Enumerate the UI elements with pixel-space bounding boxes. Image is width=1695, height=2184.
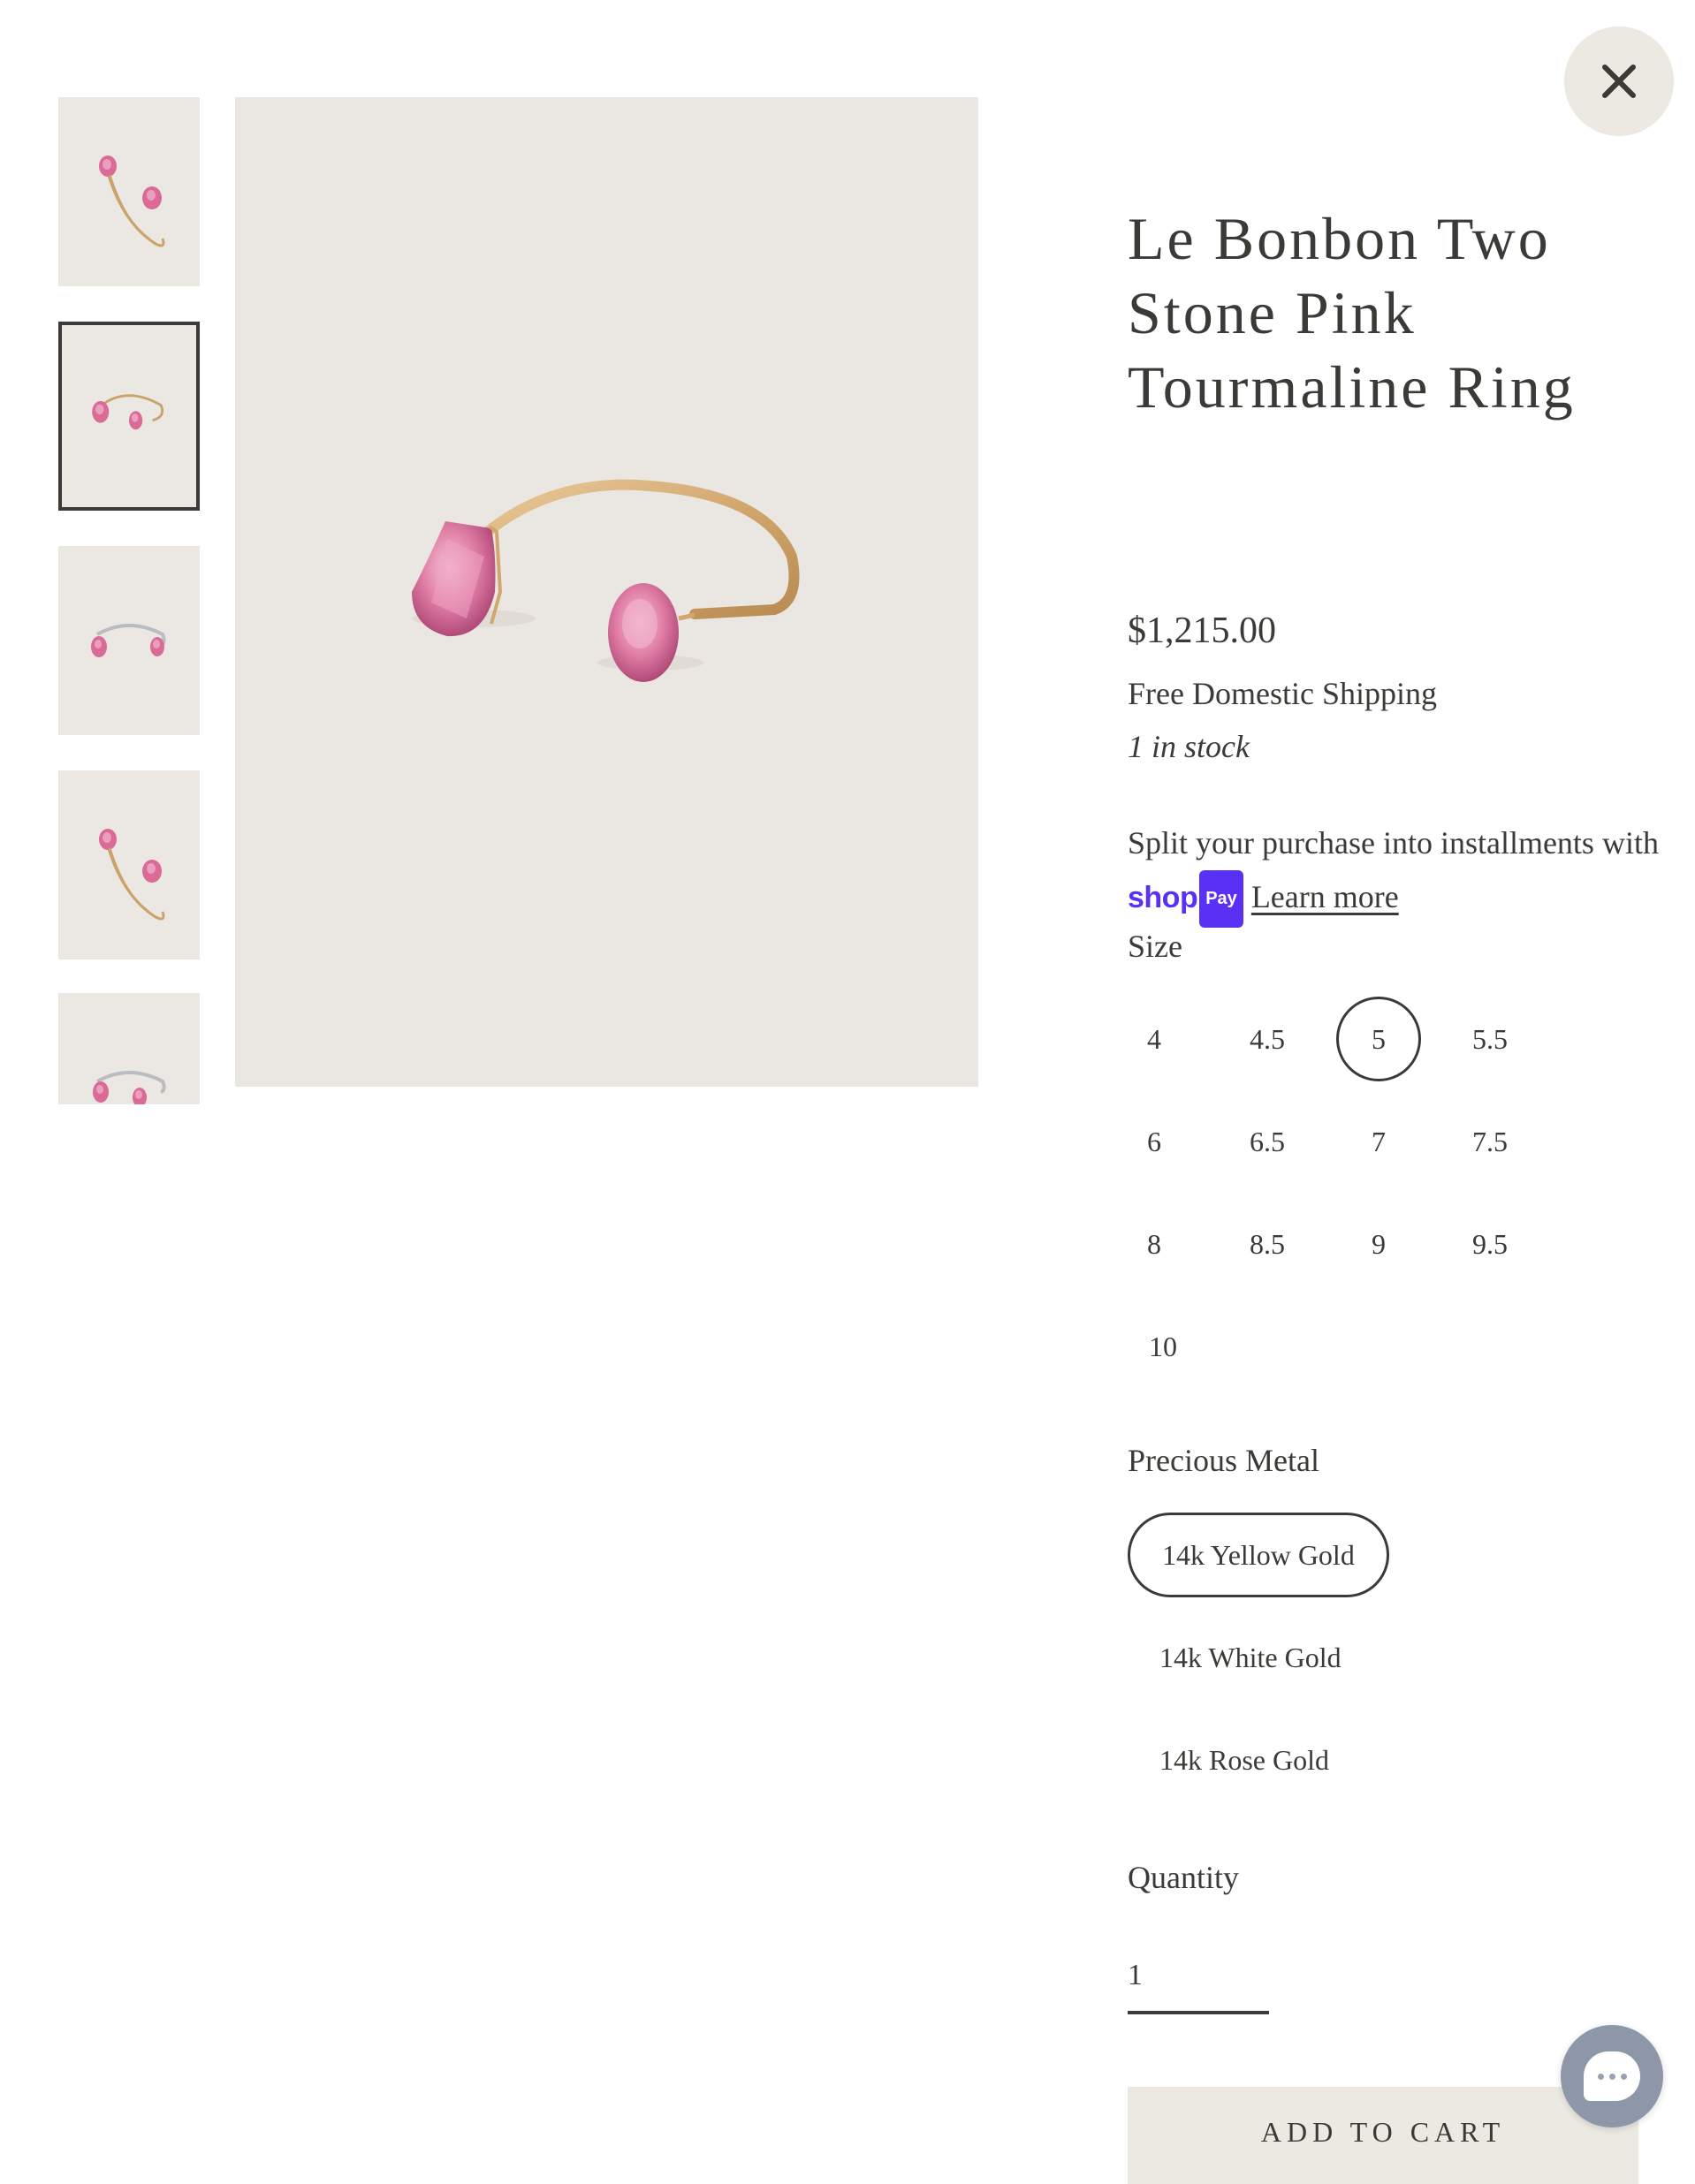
size-option-6-5[interactable]: 6.5 bbox=[1225, 1099, 1310, 1184]
thumbnail-4[interactable] bbox=[58, 770, 200, 959]
size-option-8-5[interactable]: 8.5 bbox=[1225, 1202, 1310, 1286]
ring-photo bbox=[412, 479, 800, 682]
ring-image bbox=[99, 829, 165, 921]
main-product-image[interactable] bbox=[235, 97, 978, 1087]
size-option-6[interactable]: 6 bbox=[1112, 1099, 1197, 1184]
metal-label: Precious Metal bbox=[1128, 1443, 1319, 1478]
size-option-5[interactable]: 5 bbox=[1336, 997, 1421, 1081]
size-option-8[interactable]: 8 bbox=[1112, 1202, 1197, 1286]
shipping-note: Free Domestic Shipping bbox=[1128, 676, 1437, 711]
add-to-cart-button[interactable]: ADD TO CART bbox=[1128, 2087, 1638, 2184]
product-title: Le Bonbon Two Stone Pink Tourmaline Ring bbox=[1128, 205, 1576, 421]
ring-image bbox=[92, 394, 164, 430]
thumbnail-list[interactable] bbox=[58, 97, 200, 1104]
size-option-4-5[interactable]: 4.5 bbox=[1225, 997, 1310, 1081]
ring-image bbox=[99, 155, 165, 247]
size-option-4[interactable]: 4 bbox=[1112, 997, 1197, 1081]
close-x-icon bbox=[1602, 64, 1636, 98]
close-button[interactable] bbox=[1564, 27, 1674, 136]
size-label: Size bbox=[1128, 929, 1182, 964]
quantity-input[interactable] bbox=[1128, 1940, 1269, 2014]
size-option-10[interactable]: 10 bbox=[1121, 1304, 1205, 1389]
quantity-label: Quantity bbox=[1128, 1860, 1239, 1895]
installments-text: Split your purchase into installments wi… bbox=[1128, 825, 1659, 861]
thumbnail-2[interactable] bbox=[58, 322, 200, 511]
stock-status: 1 in stock bbox=[1128, 729, 1250, 764]
metal-option-rose-gold[interactable]: 14k Rose Gold bbox=[1128, 1718, 1361, 1802]
size-option-9-5[interactable]: 9.5 bbox=[1448, 1202, 1532, 1286]
chat-icon bbox=[1584, 2051, 1640, 2101]
shop-pay-brand: shop bbox=[1128, 881, 1198, 914]
size-option-9[interactable]: 9 bbox=[1336, 1202, 1421, 1286]
metal-option-yellow-gold[interactable]: 14k Yellow Gold bbox=[1128, 1513, 1389, 1597]
size-option-7[interactable]: 7 bbox=[1336, 1099, 1421, 1184]
installments-message: Split your purchase into installments wi… bbox=[1128, 816, 1676, 928]
shop-pay-logo: shop Pay bbox=[1128, 870, 1251, 928]
ring-image bbox=[91, 624, 166, 657]
metal-option-white-gold[interactable]: 14k White Gold bbox=[1128, 1615, 1373, 1700]
product-price: $1,215.00 bbox=[1128, 610, 1276, 651]
thumbnail-5[interactable] bbox=[58, 993, 200, 1104]
shop-pay-badge: Pay bbox=[1199, 870, 1243, 928]
size-option-5-5[interactable]: 5.5 bbox=[1448, 997, 1532, 1081]
thumbnail-3[interactable] bbox=[58, 546, 200, 735]
learn-more-link[interactable]: Learn more bbox=[1251, 879, 1399, 914]
ring-image bbox=[93, 1071, 166, 1104]
chat-button[interactable] bbox=[1561, 2025, 1663, 2127]
thumbnail-1[interactable] bbox=[58, 97, 200, 286]
size-option-7-5[interactable]: 7.5 bbox=[1448, 1099, 1532, 1184]
